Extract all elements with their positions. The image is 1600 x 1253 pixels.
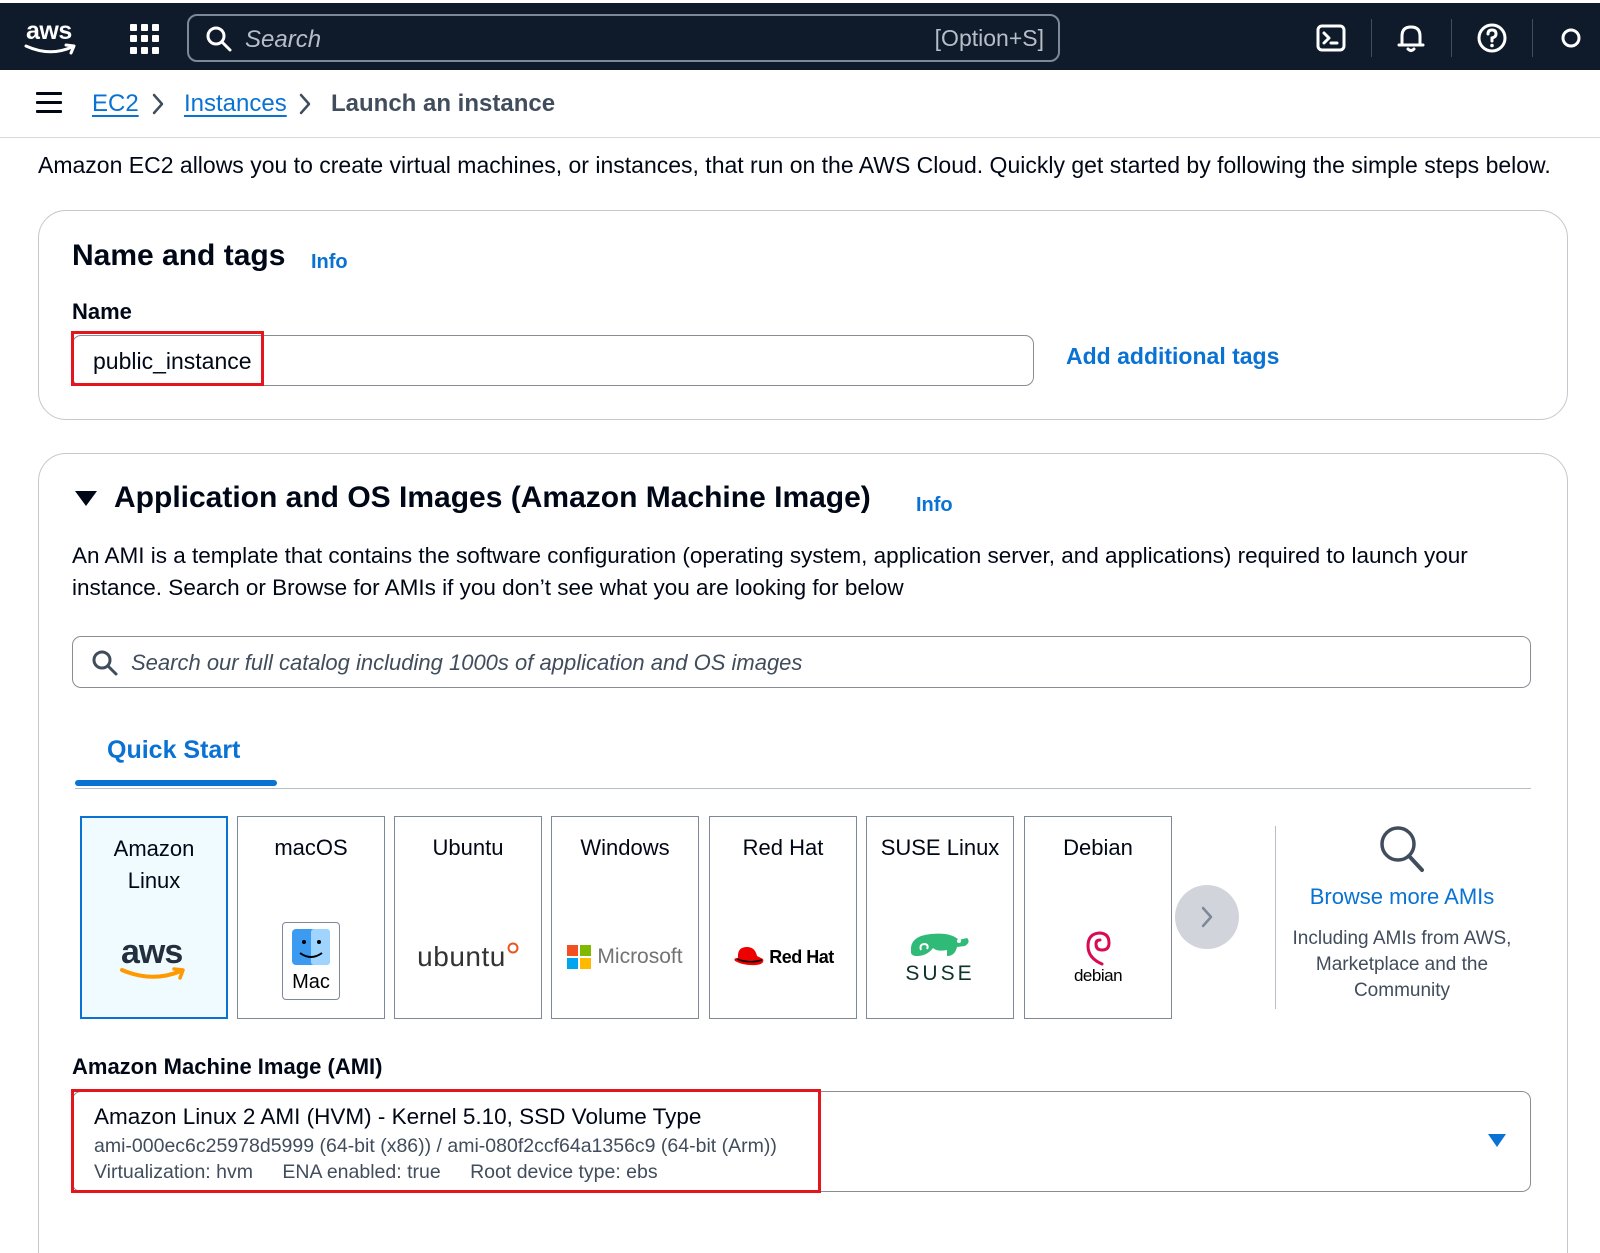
browse-more-description: Including AMIs from AWS, Marketplace and… xyxy=(1292,928,1512,1001)
breadcrumb-current: Launch an instance xyxy=(331,90,556,117)
ami-select-label: Amazon Machine Image (AMI) xyxy=(72,1054,383,1079)
tile-logo-text: Mac xyxy=(292,971,330,993)
breadcrumb-instances[interactable]: Instances xyxy=(184,90,287,118)
tile-label: Red Hat xyxy=(742,835,824,860)
tab-divider xyxy=(75,788,1531,789)
aws-logo-text: aws xyxy=(26,17,72,45)
search-icon xyxy=(92,650,118,676)
ami-tile-red-hat[interactable]: Red Hat Red Hat xyxy=(709,816,857,1019)
tile-logo-text: Microsoft xyxy=(597,945,683,968)
ami-tile-macos[interactable]: macOS Mac xyxy=(237,816,385,1019)
tile-label: Ubuntu xyxy=(432,835,504,860)
tiles-divider xyxy=(1275,826,1276,1009)
caret-down-icon xyxy=(1488,1134,1506,1147)
highlight-box xyxy=(71,331,264,386)
cloudshell-icon[interactable] xyxy=(1313,20,1349,56)
aws-logo: aws xyxy=(82,918,226,998)
name-label: Name xyxy=(72,299,132,324)
chevron-right-icon xyxy=(152,93,164,115)
ami-tile-debian[interactable]: Debian debian xyxy=(1024,816,1172,1019)
mac-logo: Mac xyxy=(238,917,384,1000)
active-tab-indicator xyxy=(75,780,277,786)
ami-search-input[interactable] xyxy=(131,647,1511,679)
tile-logo-text: SUSE xyxy=(905,962,975,985)
bell-icon[interactable] xyxy=(1393,20,1429,56)
page-intro: Amazon EC2 allows you to create virtual … xyxy=(38,152,1551,178)
name-and-tags-heading: Name and tags xyxy=(72,239,286,272)
ami-description: An AMI is a template that contains the s… xyxy=(72,543,1468,600)
tab-quick-start[interactable]: Quick Start xyxy=(107,736,240,765)
collapse-triangle-icon[interactable] xyxy=(75,491,97,506)
search-shortcut-hint: [Option+S] xyxy=(934,25,1044,51)
debian-logo: debian xyxy=(1025,917,1171,997)
ami-info-link[interactable]: Info xyxy=(916,494,953,517)
tile-label: macOS xyxy=(274,835,348,860)
tile-label: Windows xyxy=(580,835,670,860)
global-search-input[interactable]: Search [Option+S] xyxy=(187,14,1060,62)
main-content: Amazon EC2 allows you to create virtual … xyxy=(0,138,1600,1253)
top-navigation-bar: aws Search [Option+S] xyxy=(0,0,1600,70)
microsoft-logo: Microsoft xyxy=(552,917,698,997)
search-placeholder: Search xyxy=(245,26,322,53)
topbar-divider xyxy=(1532,19,1533,57)
aws-logo[interactable]: aws xyxy=(22,17,82,57)
ami-tile-amazon-linux[interactable]: Amazon Linux aws xyxy=(80,816,228,1019)
highlight-box xyxy=(71,1089,821,1193)
search-icon xyxy=(206,26,232,52)
ami-tile-suse-linux[interactable]: SUSE Linux SUSE xyxy=(866,816,1014,1019)
add-additional-tags-link[interactable]: Add additional tags xyxy=(1066,343,1279,370)
browse-more-amis-link[interactable]: Browse more AMIs xyxy=(1289,884,1515,910)
ami-search-field[interactable] xyxy=(72,636,1531,688)
next-tiles-button[interactable] xyxy=(1175,885,1239,949)
breadcrumb-bar: EC2 Instances Launch an instance xyxy=(0,70,1600,138)
name-and-tags-panel: Name and tags Info Name Add additional t… xyxy=(38,210,1568,420)
topbar-divider xyxy=(1371,19,1372,57)
chevron-right-icon xyxy=(299,93,311,115)
tile-logo-text: debian xyxy=(1073,966,1123,985)
ami-panel: Application and OS Images (Amazon Machin… xyxy=(38,453,1568,1253)
ubuntu-logo: ubuntu xyxy=(395,917,541,997)
ami-tile-windows[interactable]: Windows Microsoft xyxy=(551,816,699,1019)
topbar-divider xyxy=(1451,19,1452,57)
ami-section-heading[interactable]: Application and OS Images (Amazon Machin… xyxy=(114,481,871,515)
tile-label: Debian xyxy=(1063,835,1133,860)
suse-logo: SUSE xyxy=(867,917,1013,997)
tile-label: Amazon Linux xyxy=(113,836,195,893)
services-grid-icon[interactable] xyxy=(130,24,160,54)
breadcrumb-ec2[interactable]: EC2 xyxy=(92,90,139,118)
menu-icon[interactable] xyxy=(36,92,62,114)
tile-logo-text: Red Hat xyxy=(769,946,834,967)
chevron-right-icon xyxy=(1201,906,1213,928)
name-tags-info-link[interactable]: Info xyxy=(311,251,348,274)
tile-logo-text: ubuntu xyxy=(417,941,506,972)
settings-icon[interactable] xyxy=(1556,20,1586,56)
ami-tile-ubuntu[interactable]: Ubuntu ubuntu xyxy=(394,816,542,1019)
red-hat-logo: Red Hat xyxy=(710,917,856,997)
help-icon[interactable] xyxy=(1474,20,1510,56)
tile-label: SUSE Linux xyxy=(880,835,1000,860)
magnifier-icon xyxy=(1380,826,1424,872)
